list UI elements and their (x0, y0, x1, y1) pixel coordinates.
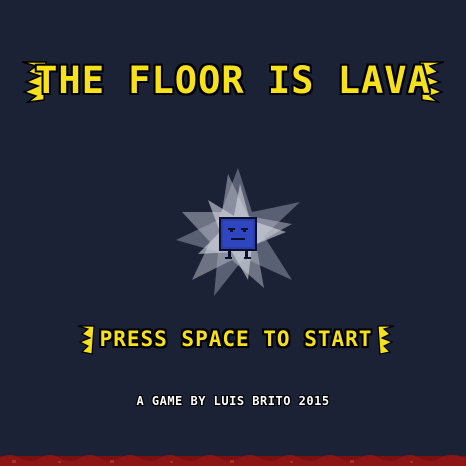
game-title: THE FLOOR IS LAVA (35, 59, 431, 102)
start-prompt[interactable]: PRESS SPACE TO START (78, 320, 394, 358)
credits-text: A GAME BY LUIS BRITO 2015 (136, 394, 330, 408)
start-prompt-text: PRESS SPACE TO START (99, 327, 373, 351)
game-screen[interactable]: THE FLOOR IS LAVA PRESS SPACE TO START A… (0, 0, 466, 466)
title-banner: THE FLOOR IS LAVA (22, 54, 444, 108)
player-character (168, 162, 308, 302)
lava-floor (0, 455, 466, 466)
star-burst-glow-icon (176, 168, 300, 296)
